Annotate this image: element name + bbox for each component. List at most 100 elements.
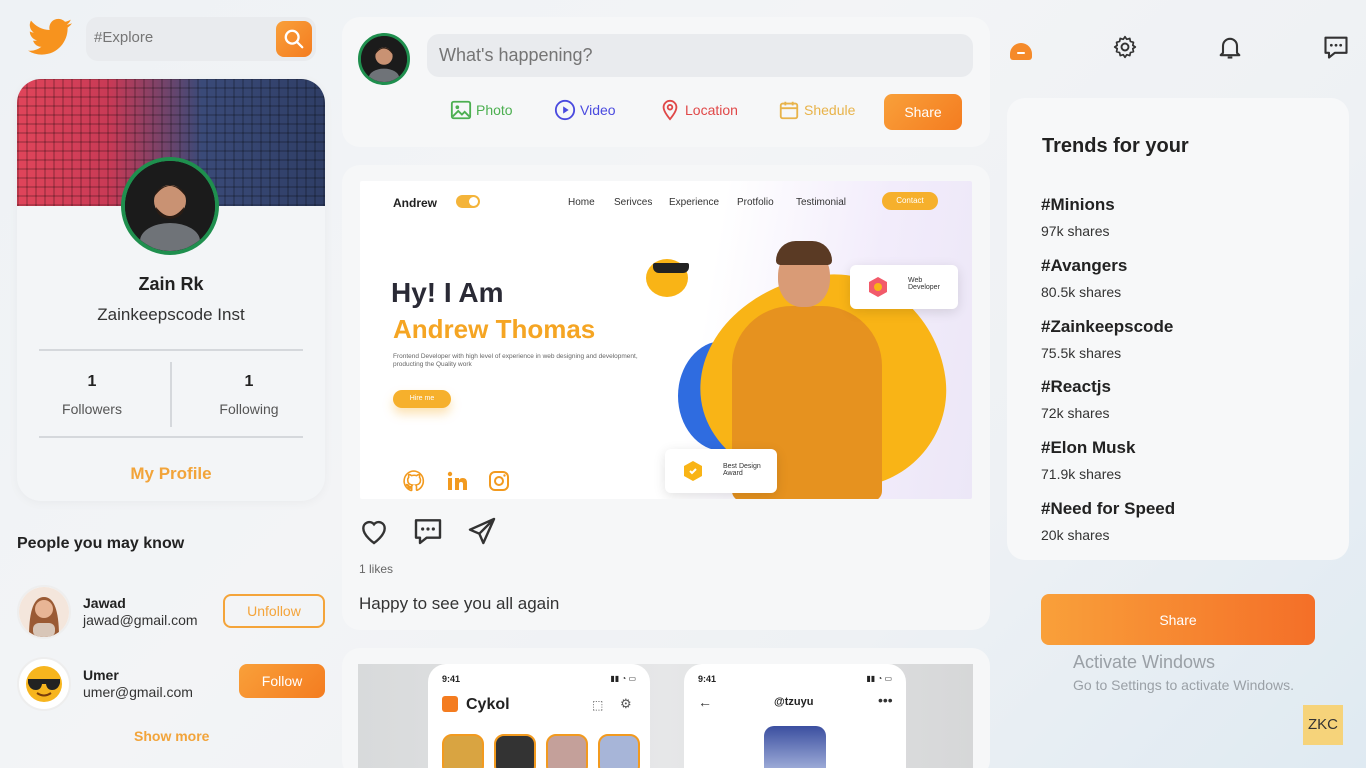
share-button[interactable]: Share	[1041, 594, 1315, 645]
video-icon	[554, 99, 576, 121]
phone-mockup: 9:41 ▮▮ ◔ ▭ Cykol ⬚ ⚙	[428, 664, 650, 768]
preview-nav-link: Serivces	[614, 197, 653, 208]
location-option[interactable]: Location	[659, 99, 738, 121]
trend-item[interactable]: #Reactjs 72k shares	[1041, 377, 1111, 421]
preview-nav-link: Testimonial	[796, 197, 847, 208]
trend-item[interactable]: #Need for Speed 20k shares	[1041, 499, 1175, 543]
activate-windows-subtitle: Go to Settings to activate Windows.	[1073, 677, 1294, 693]
divider	[39, 436, 303, 438]
gear-icon: ⚙	[620, 696, 632, 711]
search-input[interactable]	[94, 29, 274, 46]
person-name: Jawad	[83, 595, 126, 611]
linkedin-icon	[445, 469, 469, 499]
schedule-option[interactable]: Shedule	[778, 99, 855, 121]
person-avatar[interactable]	[17, 657, 71, 711]
phone-time: 9:41	[442, 674, 461, 684]
trend-item[interactable]: #Avangers 80.5k shares	[1041, 256, 1127, 300]
user-avatar-icon[interactable]	[1004, 30, 1038, 64]
trend-tag: #Elon Musk	[1041, 438, 1136, 457]
trend-shares: 75.5k shares	[1041, 345, 1122, 361]
trend-shares: 72k shares	[1041, 405, 1110, 421]
user-avatar	[764, 726, 826, 768]
avatar-person-icon	[125, 161, 215, 251]
person-name: Umer	[83, 667, 119, 683]
trend-tag: #Minions	[1041, 195, 1115, 214]
phone-time: 9:41	[698, 674, 717, 684]
search-button[interactable]	[276, 21, 312, 57]
gear-icon[interactable]	[1108, 30, 1142, 64]
preview-nav-link: Experience	[669, 197, 720, 208]
zkc-badge: ZKC	[1303, 705, 1343, 745]
activate-windows-title: Activate Windows	[1073, 652, 1216, 672]
photo-option[interactable]: Photo	[450, 99, 513, 121]
profile-avatar[interactable]	[121, 157, 219, 255]
trend-shares: 20k shares	[1041, 527, 1110, 543]
github-icon	[402, 469, 426, 499]
preview-contact-button: Contact	[882, 192, 938, 210]
followers-count: 1	[87, 373, 97, 390]
unfollow-button[interactable]: Unfollow	[223, 594, 325, 628]
trend-item[interactable]: #Minions 97k shares	[1041, 195, 1115, 239]
preview-person-hair	[776, 241, 832, 265]
following-stat[interactable]: 1 Following	[184, 373, 314, 417]
person-item: Jawad jawad@gmail.com Unfollow	[17, 585, 327, 641]
story-item	[546, 734, 588, 768]
badge-label: Best Design Award	[723, 463, 761, 477]
video-label: Video	[580, 102, 616, 118]
trend-tag: #Need for Speed	[1041, 499, 1176, 518]
show-more-link[interactable]: Show more	[134, 728, 209, 744]
send-icon[interactable]	[466, 515, 498, 547]
phone-mockup: 9:41 ▮▮ ◔ ▭ ← @tzuyu •••	[684, 664, 906, 768]
twitter-logo-icon[interactable]	[24, 14, 76, 62]
profile-handle: Zainkeepscode Inst	[97, 305, 245, 324]
preview-name: Andrew Thomas	[393, 314, 596, 344]
preview-nav-link: Protfolio	[737, 197, 774, 208]
hexagon-icon	[869, 277, 887, 297]
trend-shares: 71.9k shares	[1041, 466, 1122, 482]
award-icon	[684, 461, 702, 481]
location-label: Location	[685, 102, 738, 118]
message-icon[interactable]	[1319, 30, 1353, 64]
composer-avatar[interactable]	[358, 33, 410, 85]
signal-icon: ▮▮ ◔ ▭	[610, 674, 636, 683]
follow-button[interactable]: Follow	[239, 664, 325, 698]
post-card: Andrew Home Serivces Experience Protfoli…	[342, 165, 990, 630]
calendar-icon	[779, 101, 799, 120]
people-you-may-know-title: People you may know	[17, 535, 185, 552]
my-profile-link[interactable]: My Profile	[17, 464, 325, 484]
story-item	[494, 734, 536, 768]
preview-shades	[653, 263, 689, 273]
trend-tag: #Reactjs	[1041, 377, 1111, 396]
post-actions	[358, 515, 498, 547]
bell-icon[interactable]	[1213, 30, 1247, 64]
post-card: 9:41 ▮▮ ◔ ▭ Cykol ⬚ ⚙ 9:41 ▮▮ ◔ ▭ ← @tzu…	[342, 648, 990, 768]
trend-item[interactable]: #Elon Musk 71.9k shares	[1041, 438, 1135, 482]
following-label: Following	[219, 401, 279, 417]
person-avatar[interactable]	[17, 585, 71, 639]
following-count: 1	[244, 373, 254, 390]
location-icon	[662, 99, 678, 121]
trends-card: Trends for your #Minions 97k shares #Ava…	[1007, 98, 1349, 560]
post-image[interactable]: 9:41 ▮▮ ◔ ▭ Cykol ⬚ ⚙ 9:41 ▮▮ ◔ ▭ ← @tzu…	[358, 664, 973, 768]
trend-tag: #Zainkeepscode	[1041, 317, 1174, 336]
sunglasses-emoji-icon	[26, 666, 62, 702]
followers-stat[interactable]: 1 Followers	[27, 373, 157, 417]
video-option[interactable]: Video	[554, 99, 616, 121]
avatar-person-icon	[361, 36, 407, 82]
person-email: jawad@gmail.com	[83, 612, 198, 628]
heart-icon[interactable]	[358, 515, 390, 547]
trend-item[interactable]: #Zainkeepscode 75.5k shares	[1041, 317, 1173, 361]
profile-card: Zain Rk Zainkeepscode Inst 1 Followers 1…	[17, 79, 325, 501]
preview-nav-link: Home	[568, 197, 595, 208]
signal-icon: ▮▮ ◔ ▭	[866, 674, 892, 683]
search-bar	[86, 17, 316, 61]
trend-tag: #Avangers	[1041, 256, 1128, 275]
schedule-label: Shedule	[804, 102, 856, 118]
post-image[interactable]: Andrew Home Serivces Experience Protfoli…	[360, 181, 972, 499]
comment-icon[interactable]	[412, 515, 444, 547]
post-caption: Happy to see you all again	[359, 594, 560, 613]
likes-count: 1 likes	[359, 562, 394, 576]
web-developer-badge: Web Developer	[850, 265, 958, 309]
composer-input[interactable]	[427, 34, 973, 77]
composer-share-button[interactable]: Share	[884, 94, 962, 130]
